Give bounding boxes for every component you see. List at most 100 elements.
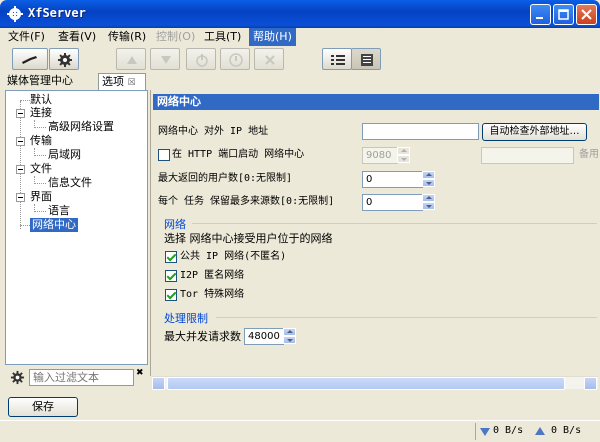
i2p-checkbox[interactable] [165, 270, 177, 282]
tree-item-language[interactable]: 语言 [48, 204, 70, 218]
public-ip-checkbox[interactable] [165, 251, 177, 263]
http-extra-label: 备用 [579, 149, 599, 160]
status-bar: 0 B/s 0 B/s [0, 420, 600, 442]
download-rate: 0 B/s [493, 425, 524, 436]
upload-arrow-icon [535, 427, 545, 435]
stop-button[interactable] [220, 48, 250, 70]
max-users-input[interactable]: 0 [362, 171, 423, 188]
left-tab-strip: 媒体管理中心 选项 ☒ [4, 73, 148, 90]
gear-icon [58, 53, 72, 67]
horizontal-scrollbar[interactable] [152, 376, 598, 390]
max-sources-spinner[interactable] [422, 194, 435, 211]
filter-input[interactable] [29, 369, 134, 386]
power-button[interactable] [186, 48, 216, 70]
clear-button[interactable] [254, 48, 284, 70]
clear-filter-icon[interactable]: ✖ [136, 368, 144, 378]
external-ip-label: 网络中心 对外 IP 地址 [158, 126, 269, 137]
i2p-label: I2P 匿名网络 [180, 270, 245, 281]
panel-header: 网络中心 [153, 94, 599, 110]
http-port-checkbox[interactable] [158, 149, 170, 161]
limit-group-title: 处理限制 [164, 312, 208, 325]
tree-item-default[interactable]: 默认 [30, 93, 52, 107]
network-group-divider [192, 223, 597, 224]
close-icon [581, 9, 592, 20]
upload-rate: 0 B/s [551, 425, 582, 436]
menu-control[interactable]: 控制(O) [152, 28, 199, 46]
gear-icon[interactable] [10, 370, 25, 385]
window-title: XfServer [28, 6, 86, 20]
triangle-up-icon [127, 56, 137, 64]
tree-item-connection[interactable]: 连接 [30, 106, 52, 120]
app-gear-icon [7, 6, 23, 22]
list-view-button[interactable] [322, 48, 352, 70]
tree-item-ui[interactable]: 界面 [30, 190, 52, 204]
menu-file[interactable]: 文件(F) [4, 28, 49, 46]
auto-detect-button[interactable]: 自动检查外部地址… [482, 123, 587, 141]
maximize-button[interactable] [553, 4, 574, 25]
scroll-thumb[interactable] [167, 377, 565, 390]
stop-icon [229, 53, 243, 67]
move-up-button[interactable] [116, 48, 146, 70]
network-center-panel: 网络中心 网络中心 对外 IP 地址 自动检查外部地址… 在 HTTP 端口启动… [150, 90, 600, 376]
tree-item-transfer[interactable]: 传输 [30, 134, 52, 148]
scroll-right-icon[interactable] [584, 377, 597, 390]
connect-button[interactable] [12, 48, 48, 70]
minimize-icon [536, 17, 543, 19]
tree-item-advanced-network[interactable]: 高级网络设置 [48, 120, 114, 134]
list-view-icon [331, 55, 345, 65]
tab-close-icon[interactable]: ☒ [128, 78, 136, 88]
max-sources-input[interactable]: 0 [362, 194, 423, 211]
maximize-icon [558, 9, 569, 20]
title-bar[interactable]: XfServer [0, 0, 600, 28]
expander-transfer-icon[interactable] [16, 137, 25, 146]
download-arrow-icon [480, 428, 490, 436]
expander-connection-icon[interactable] [16, 109, 25, 118]
settings-button[interactable] [49, 48, 79, 70]
external-ip-input[interactable] [362, 123, 479, 140]
tree-item-network-center[interactable]: 网络中心 [30, 218, 78, 232]
menu-help[interactable]: 帮助(H) [249, 28, 296, 46]
move-down-button[interactable] [150, 48, 180, 70]
http-port-label: 在 HTTP 端口启动 网络中心 [172, 149, 305, 160]
max-requests-spinner[interactable] [283, 328, 296, 345]
http-port-input[interactable]: 9080 [362, 147, 398, 164]
x-icon [265, 55, 275, 65]
triangle-down-icon [161, 56, 171, 64]
max-requests-label: 最大并发请求数 [164, 330, 241, 343]
menu-tools[interactable]: 工具(T) [200, 28, 245, 46]
tor-checkbox[interactable] [165, 289, 177, 301]
power-icon [196, 54, 208, 67]
http-extra-input[interactable] [481, 147, 574, 164]
menu-view[interactable]: 查看(V) [54, 28, 100, 46]
filter-row: ✖ [5, 368, 148, 388]
tab-media-center[interactable]: 媒体管理中心 [4, 73, 76, 90]
tree-item-lan[interactable]: 局域网 [48, 148, 81, 162]
tab-options-label: 选项 [102, 75, 124, 88]
expander-file-icon[interactable] [16, 165, 25, 174]
save-button[interactable]: 保存 [8, 397, 78, 417]
expander-ui-icon[interactable] [16, 193, 25, 202]
network-desc: 选择 网络中心接受用户位于的网络 [164, 232, 333, 245]
limit-group-divider [216, 317, 597, 318]
network-group-title: 网络 [164, 218, 186, 231]
close-button[interactable] [576, 4, 597, 25]
minimize-button[interactable] [530, 4, 551, 25]
scroll-left-icon[interactable] [152, 377, 165, 390]
max-users-spinner[interactable] [422, 171, 435, 188]
menu-transfer[interactable]: 传输(R) [104, 28, 150, 46]
detail-view-button[interactable] [351, 48, 381, 70]
plug-icon [22, 56, 37, 64]
public-ip-label: 公共 IP 网络(不匿名) [180, 251, 287, 262]
tor-label: Tor 特殊网络 [180, 289, 245, 300]
toolbar [0, 46, 600, 72]
detail-view-icon [361, 54, 373, 66]
max-users-label: 最大返回的用户数[0:无限制] [158, 173, 293, 184]
max-sources-label: 每个 任务 保留最多来源数[0:无限制] [158, 196, 335, 207]
max-requests-input[interactable]: 48000 [244, 328, 284, 345]
tree-item-info-file[interactable]: 信息文件 [48, 176, 92, 190]
options-tree: 默认 连接 高级网络设置 传输 局域网 文件 信息文件 界面 语言 网络中心 [5, 90, 148, 365]
tab-options[interactable]: 选项 ☒ [98, 73, 146, 90]
http-port-spinner[interactable] [397, 147, 410, 164]
tree-item-file[interactable]: 文件 [30, 162, 52, 176]
menu-bar: 文件(F) 查看(V) 传输(R) 控制(O) 工具(T) 帮助(H) [0, 28, 600, 46]
